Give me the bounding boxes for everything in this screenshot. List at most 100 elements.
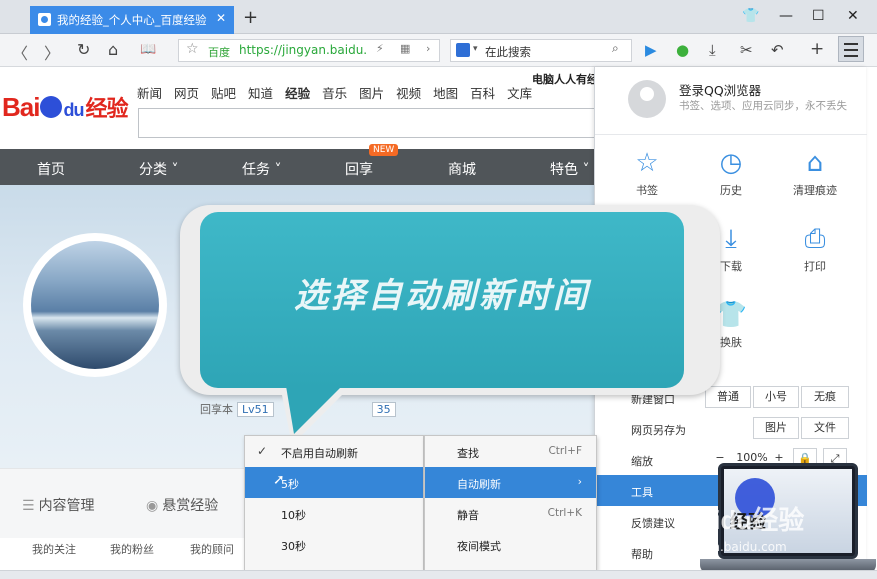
list-icon: ☰ (22, 498, 35, 514)
tab-bounty[interactable]: ◉ 悬赏经验 (146, 495, 218, 515)
lightning-icon[interactable]: ⚡ (376, 42, 384, 55)
skin-icon[interactable]: 👕 (742, 8, 759, 24)
search-input[interactable]: ▾ 在此搜索 (450, 39, 632, 62)
nav-item[interactable]: 分类 ˅ (139, 159, 178, 179)
coin-icon: ◉ (146, 498, 159, 514)
nav-item[interactable]: 回享 (345, 159, 373, 179)
site-nav-bar: 首页 分类 ˅ 任务 ˅ 回享 商城 特色 ˅ (0, 149, 600, 185)
tagline: 电脑人人有经 (532, 73, 598, 86)
watermark-url: jingyan.baidu.com (676, 540, 787, 554)
sub-link[interactable]: 我的顾问 (190, 541, 234, 557)
level-label: 回享本 (200, 403, 233, 416)
refresh-icon[interactable]: ↻ (77, 40, 90, 59)
address-toolbar: 〈 〉 ↻ ⌂ 📖 ☆ 百度 https://jingyan.baidu. ⚡ … (0, 34, 877, 67)
save-page-row: 网页另存为 图片 文件 (595, 413, 867, 444)
history-button[interactable]: ◷ 历史 (701, 147, 761, 198)
star-icon: ☆ (635, 148, 659, 178)
search-engine-icon[interactable] (456, 43, 470, 57)
add-icon[interactable]: + (810, 39, 824, 59)
avatar-image (31, 241, 159, 369)
top-link[interactable]: 网页 (174, 86, 199, 101)
top-link[interactable]: 百科 (470, 86, 495, 101)
status-bar (0, 570, 877, 579)
new-badge: NEW (369, 144, 399, 156)
avatar[interactable] (23, 233, 167, 377)
small-window-button[interactable]: 小号 (753, 386, 799, 408)
divider (595, 134, 867, 135)
top-link[interactable]: 文库 (507, 86, 532, 101)
top-link[interactable]: 音乐 (322, 86, 347, 101)
nav-item[interactable]: 首页 (37, 159, 65, 179)
menu-item-5s[interactable]: 5秒 ➚ (245, 467, 423, 498)
menu-item-30s[interactable]: 30秒 (245, 529, 423, 560)
top-link[interactable]: 视频 (396, 86, 421, 101)
user-avatar-icon[interactable] (628, 80, 666, 118)
sub-link[interactable]: 我的粉丝 (110, 541, 154, 557)
tab-close-icon[interactable]: ✕ (216, 11, 226, 25)
chevron-right-icon[interactable]: › (426, 42, 430, 55)
site-search-input[interactable] (138, 108, 598, 138)
tab-title: 我的经验_个人中心_百度经验 (57, 13, 207, 27)
browser-tab[interactable]: 我的经验_个人中心_百度经验 ✕ (30, 6, 234, 34)
cursor-icon: ➚ (273, 472, 285, 488)
normal-window-button[interactable]: 普通 (705, 386, 751, 408)
auto-refresh-submenu: ✓ 不启用自动刷新 5秒 ➚ 10秒 30秒 (244, 435, 424, 571)
incognito-button[interactable]: 无痕 (801, 386, 849, 408)
menu-item-night-mode[interactable]: 夜间模式 (425, 529, 596, 560)
favicon-icon (38, 13, 51, 26)
reader-icon[interactable]: 📖 (140, 42, 156, 57)
star-icon[interactable]: ☆ (186, 41, 199, 57)
top-link[interactable]: 新闻 (137, 86, 162, 101)
tools-submenu: 查找 Ctrl+F 自动刷新 › 静音 Ctrl+K 夜间模式 (424, 435, 597, 571)
home-icon[interactable]: ⌂ (108, 40, 118, 59)
top-link-active[interactable]: 经验 (285, 86, 310, 101)
nav-item[interactable]: 特色 ˅ (550, 159, 589, 179)
top-link[interactable]: 地图 (433, 86, 458, 101)
callout-bubble-tail-inner (286, 386, 342, 434)
new-tab-button[interactable]: + (243, 7, 258, 28)
url-source-label: 百度 (208, 46, 230, 59)
scissors-icon[interactable]: ✂ (740, 41, 753, 59)
main-menu-button[interactable] (838, 36, 864, 62)
sub-link[interactable]: 我的关注 (32, 541, 76, 557)
broom-icon: ⌂ (806, 148, 824, 178)
chat-icon[interactable]: ● (676, 41, 689, 59)
save-image-button[interactable]: 图片 (753, 417, 799, 439)
bookmarks-button[interactable]: ☆ 书签 (617, 147, 677, 198)
tab-content-manage[interactable]: ☰ 内容管理 (22, 495, 95, 515)
level-badge: Lv51 (237, 402, 274, 417)
download-icon[interactable]: ⤓ (709, 41, 716, 59)
maximize-button[interactable]: ☐ (812, 8, 825, 24)
close-button[interactable]: ✕ (847, 8, 859, 24)
menu-item-10s[interactable]: 10秒 (245, 498, 423, 529)
save-file-button[interactable]: 文件 (801, 417, 849, 439)
top-link[interactable]: 知道 (248, 86, 273, 101)
callout-text: 选择自动刷新时间 (294, 276, 590, 316)
level-badge: 35 (371, 402, 396, 417)
menu-item-auto-refresh[interactable]: 自动刷新 › (425, 467, 596, 498)
menu-item-mute[interactable]: 静音 Ctrl+K (425, 498, 596, 529)
printer-icon: ⎙ (804, 224, 826, 254)
menu-item-find[interactable]: 查找 Ctrl+F (425, 436, 596, 467)
baidu-logo[interactable]: Bai du经验 (2, 91, 128, 123)
minimize-button[interactable]: — (779, 8, 793, 24)
forward-icon[interactable]: 〉 (44, 40, 60, 64)
chevron-right-icon: › (577, 476, 582, 488)
checkmark-icon: ✓ (257, 444, 268, 458)
undo-icon[interactable]: ↶ (771, 41, 784, 59)
login-title[interactable]: 登录QQ浏览器 (679, 80, 761, 99)
top-links: 新闻 网页 贴吧 知道 经验 音乐 图片 视频 地图 百科 文库 (137, 83, 544, 102)
magnifier-icon[interactable]: ⌕ (612, 41, 619, 56)
back-icon[interactable]: 〈 (12, 40, 28, 64)
menu-item-no-refresh[interactable]: ✓ 不启用自动刷新 (245, 436, 423, 467)
nav-item[interactable]: 商城 (448, 159, 476, 179)
top-link[interactable]: 贴吧 (211, 86, 236, 101)
chevron-down-icon[interactable]: ▾ (473, 44, 478, 54)
qrcode-icon[interactable]: ▦ (400, 42, 410, 55)
paw-icon (40, 96, 63, 118)
video-icon[interactable]: ▶ (645, 41, 657, 59)
top-link[interactable]: 图片 (359, 86, 384, 101)
nav-item[interactable]: 任务 ˅ (242, 159, 281, 179)
print-button[interactable]: ⎙ 打印 (785, 223, 845, 274)
clear-traces-button[interactable]: ⌂ 清理痕迹 (785, 147, 845, 198)
